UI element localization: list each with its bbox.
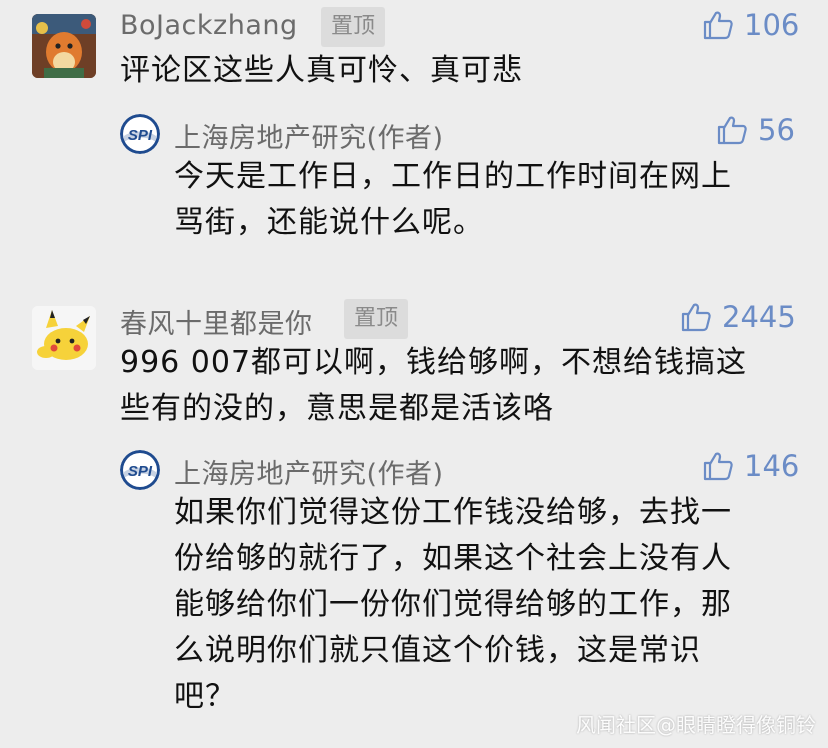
pinned-badge: 置顶 (344, 299, 409, 339)
like-button[interactable]: 2445 (680, 300, 796, 334)
comment-text-line: 些有的没的，意思是都是活该咯 (120, 391, 554, 426)
like-button[interactable]: 146 (702, 449, 799, 483)
reply-text-line: 骂街，还能说什么呢。 (174, 205, 484, 240)
reply-username[interactable]: 上海房地产研究(作者) (174, 116, 444, 155)
reply-text: 今天是工作日，工作日的工作时间在网上 骂街，还能说什么呢。 (174, 154, 732, 246)
reply-text-line: 如果你们觉得这份工作钱没给够，去找一 (174, 495, 732, 530)
thumbs-up-icon (703, 452, 733, 481)
comment-text: 996 007都可以啊，钱给够啊，不想给钱搞这 些有的没的，意思是都是活该咯 (120, 340, 747, 432)
reply-text-line: 么说明你们就只值这个价钱，这是常识 (174, 633, 701, 668)
watermark: 风闻社区@眼睛瞪得像铜铃 (576, 713, 816, 737)
like-count: 2445 (722, 300, 796, 334)
comment-text-line: 996 007都可以啊，钱给够啊，不想给钱搞这 (120, 345, 748, 380)
reply-text-line: 今天是工作日，工作日的工作时间在网上 (174, 159, 732, 194)
author-avatar[interactable]: SPI (120, 114, 160, 154)
like-button[interactable]: 56 (716, 113, 795, 147)
like-button[interactable]: 106 (702, 8, 799, 42)
like-count: 146 (744, 449, 800, 483)
reply-text-line: 能够给你们一份你们觉得给够的工作，那 (174, 587, 732, 622)
like-count: 56 (758, 113, 795, 147)
user-avatar[interactable] (32, 306, 96, 370)
like-count: 106 (744, 8, 800, 42)
author-avatar[interactable]: SPI (120, 450, 160, 490)
reply-username[interactable]: 上海房地产研究(作者) (174, 452, 444, 491)
thumbs-up-icon (717, 116, 747, 145)
author-logo-text: SPI (128, 463, 153, 480)
user-avatar[interactable] (32, 14, 96, 78)
thumbs-up-icon (703, 11, 733, 40)
reply-text: 如果你们觉得这份工作钱没给够，去找一 份给够的就行了，如果这个社会上没有人 能够… (174, 490, 732, 720)
reply-text-line: 份给够的就行了，如果这个社会上没有人 (174, 541, 732, 576)
comment-username[interactable]: BoJackzhang (120, 10, 298, 41)
author-logo-text: SPI (128, 127, 153, 144)
pinned-badge: 置顶 (321, 7, 386, 47)
comment-text: 评论区这些人真可怜、真可悲 (120, 53, 523, 88)
thumbs-up-icon (681, 303, 711, 332)
comment-username[interactable]: 春风十里都是你 (120, 302, 313, 341)
